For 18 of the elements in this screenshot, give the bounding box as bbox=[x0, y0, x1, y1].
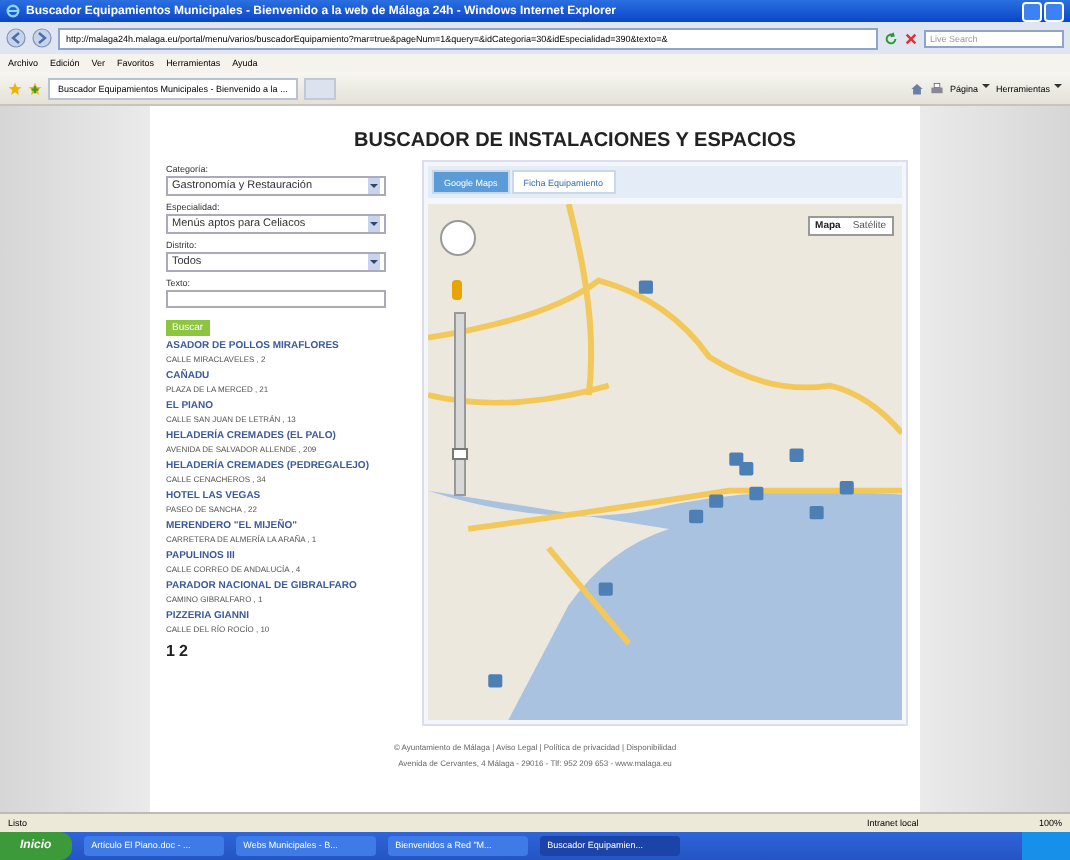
zoom-slider[interactable] bbox=[454, 312, 466, 496]
star-icon[interactable] bbox=[8, 81, 22, 95]
zoom-slider-thumb[interactable] bbox=[452, 448, 468, 461]
maximize-button[interactable] bbox=[1044, 1, 1064, 21]
system-tray bbox=[1022, 832, 1070, 860]
home-icon[interactable] bbox=[909, 81, 924, 95]
refresh-icon[interactable] bbox=[884, 31, 898, 45]
close-icon[interactable] bbox=[904, 31, 918, 45]
page-heading: BUSCADOR DE INSTALACIONES Y ESPACIOS bbox=[352, 128, 798, 156]
text-field[interactable] bbox=[166, 290, 386, 308]
browser-icon bbox=[6, 4, 20, 18]
minimize-button[interactable] bbox=[1022, 1, 1042, 21]
page-link[interactable]: 2 bbox=[178, 642, 188, 660]
add-favorite-icon[interactable] bbox=[28, 81, 42, 95]
printer-icon[interactable] bbox=[929, 81, 944, 95]
back-button[interactable] bbox=[6, 28, 26, 48]
forward-button[interactable] bbox=[32, 28, 52, 48]
page-link[interactable]: 1 bbox=[166, 642, 175, 660]
